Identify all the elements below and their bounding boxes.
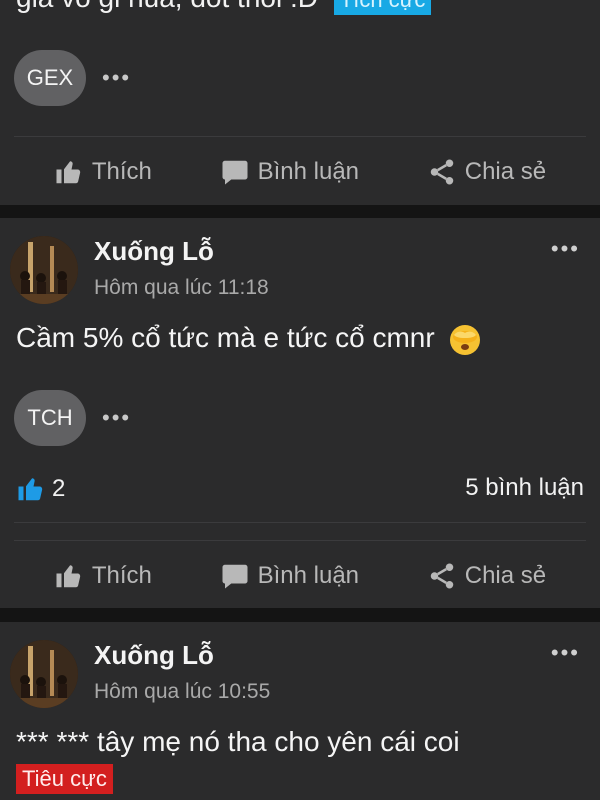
sentiment-badge-negative[interactable]: Tiêu cực xyxy=(16,764,113,794)
like-label: Thích xyxy=(91,562,152,589)
more-tags-button[interactable]: ••• xyxy=(102,65,131,91)
post-text-fragment: gia vo gi nua, dot thoi :D Tích cực xyxy=(16,0,432,15)
thumbs-up-icon xyxy=(56,565,81,588)
post-options-button[interactable]: ••• xyxy=(551,640,580,666)
sentiment-badge-positive[interactable]: Tích cực xyxy=(333,0,432,15)
share-button[interactable]: Chia sẻ xyxy=(427,157,546,187)
author-name[interactable]: Xuống Lỗ xyxy=(94,236,214,267)
like-count-value: 2 xyxy=(52,475,66,502)
post-header: Xuống Lỗ Hôm qua lúc 10:55 ••• xyxy=(0,622,600,718)
like-count[interactable]: 2 xyxy=(16,474,65,504)
thumbs-up-icon xyxy=(56,161,81,184)
comment-label: Bình luận xyxy=(257,158,360,185)
sentiment-row: Tiêu cực xyxy=(16,764,113,794)
action-bar: Thích Bình luận Chia sẻ xyxy=(0,144,600,200)
post-text: Cầm 5% cổ tức mà e tức cổ cmnr xyxy=(16,322,435,353)
comment-button[interactable]: Bình luận xyxy=(220,157,359,187)
post-card-partial: gia vo gi nua, dot thoi :D Tích cực GEX … xyxy=(0,0,600,205)
comment-icon xyxy=(222,564,248,589)
comment-count[interactable]: 5 bình luận xyxy=(465,474,584,502)
share-icon xyxy=(430,159,453,185)
thumbs-up-filled-icon xyxy=(18,478,43,501)
avatar-image xyxy=(10,236,78,304)
post-card: Xuống Lỗ Hôm qua lúc 10:55 ••• *** *** t… xyxy=(0,622,600,800)
comment-icon xyxy=(222,160,248,185)
stock-tag-chip[interactable]: GEX xyxy=(14,50,86,106)
post-text: *** *** tây mẹ nó tha cho yên cái coi xyxy=(16,726,460,757)
share-label: Chia sẻ xyxy=(464,158,547,185)
post-timestamp: Hôm qua lúc 11:18 xyxy=(94,276,269,299)
face-with-hand-over-eyes-emoji xyxy=(450,324,481,355)
post-timestamp: Hôm qua lúc 10:55 xyxy=(94,680,271,703)
comment-label: Bình luận xyxy=(257,562,360,589)
comment-button[interactable]: Bình luận xyxy=(220,561,359,591)
post-body: *** *** tây mẹ nó tha cho yên cái coi xyxy=(16,726,460,758)
like-button[interactable]: Thích xyxy=(54,561,152,591)
share-icon xyxy=(430,563,453,589)
action-bar: Thích Bình luận Chia sẻ xyxy=(0,548,600,604)
avatar[interactable] xyxy=(10,236,78,304)
post-options-button[interactable]: ••• xyxy=(551,236,580,262)
divider xyxy=(14,136,586,137)
divider xyxy=(14,540,586,541)
more-tags-button[interactable]: ••• xyxy=(102,405,131,431)
author-name[interactable]: Xuống Lỗ xyxy=(94,640,214,671)
post-stats: 2 5 bình luận xyxy=(0,474,600,514)
divider xyxy=(14,522,586,523)
tag-row: GEX ••• xyxy=(14,50,131,106)
feed: gia vo gi nua, dot thoi :D Tích cực GEX … xyxy=(0,0,600,800)
like-label: Thích xyxy=(91,158,152,185)
post-card: Xuống Lỗ Hôm qua lúc 11:18 ••• Cầm 5% cổ… xyxy=(0,218,600,608)
post-text: gia vo gi nua, dot thoi :D xyxy=(16,0,318,13)
avatar-image xyxy=(10,640,78,708)
post-body: Cầm 5% cổ tức mà e tức cổ cmnr xyxy=(16,322,482,357)
share-label: Chia sẻ xyxy=(464,562,547,589)
avatar[interactable] xyxy=(10,640,78,708)
tag-row: TCH ••• xyxy=(14,390,131,446)
share-button[interactable]: Chia sẻ xyxy=(427,561,546,591)
post-header: Xuống Lỗ Hôm qua lúc 11:18 ••• xyxy=(0,218,600,314)
like-button[interactable]: Thích xyxy=(54,157,152,187)
stock-tag-chip[interactable]: TCH xyxy=(14,390,86,446)
